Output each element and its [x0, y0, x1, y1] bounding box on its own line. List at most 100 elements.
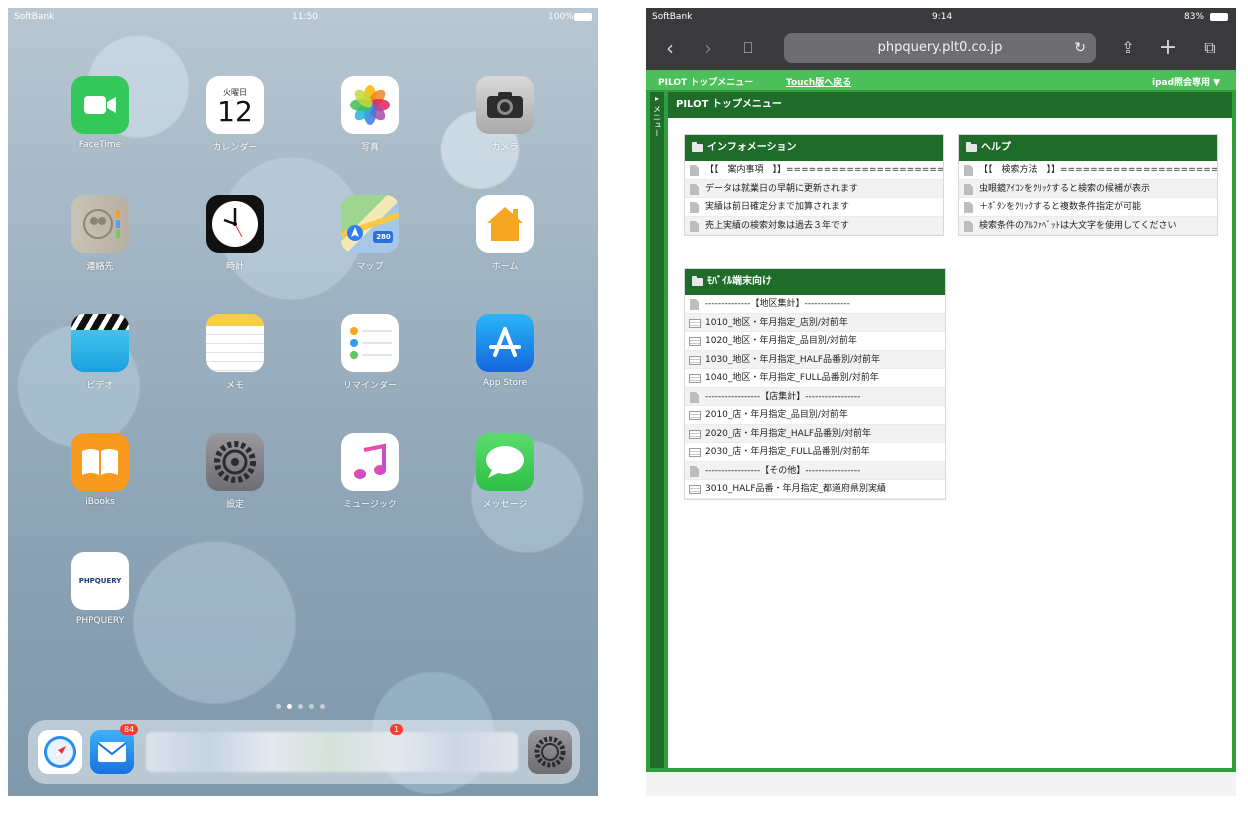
status-bar: SoftBank 11:50 100% [8, 8, 598, 26]
share-icon[interactable]: ⇪ [1114, 34, 1142, 62]
help-row[interactable]: ＋ﾎﾞﾀﾝをｸﾘｯｸすると複数条件指定が可能 [959, 198, 1217, 217]
mobile-report-row[interactable]: 3010_HALF品番・年月指定_都道府県別実績 [685, 480, 945, 499]
row-label: データは就業日の早朝に更新されます [705, 183, 859, 194]
ipad-mode-dropdown[interactable]: ipad照会専用 ▼ [1152, 75, 1220, 88]
mobile-report-row[interactable]: 1020_地区・年月指定_品目別/対前年 [685, 332, 945, 351]
document-icon [690, 391, 699, 403]
messages-icon [476, 433, 534, 491]
app-label: ミュージック [343, 500, 397, 510]
url-bar[interactable]: phpquery.plt0.co.jp ↻ [784, 33, 1096, 63]
help-panel-header[interactable]: ヘルプ [959, 135, 1217, 161]
row-label: 2030_店・年月指定_FULL品番別/対前年 [705, 447, 870, 457]
dock-blurred-apps [146, 732, 518, 772]
folder-icon [692, 142, 703, 152]
app-phpquery[interactable]: PHPQUERY PHPQUERY [60, 552, 140, 626]
mobile-section-row: -----------------【店集計】----------------- [685, 387, 945, 406]
app-label: カメラ [491, 143, 519, 153]
help-row[interactable]: 【【 検索方法 】】========================== [959, 161, 1217, 180]
app-settings[interactable]: 設定 [195, 433, 275, 510]
side-menu-handle[interactable]: ▸ メニュー [650, 92, 664, 768]
new-tab-icon[interactable]: + [1154, 34, 1182, 62]
info-row[interactable]: データは就業日の早朝に更新されます [685, 179, 943, 198]
row-label: 2020_店・年月指定_HALF品番別/対前年 [705, 428, 872, 439]
app-music[interactable]: ミュージック [330, 433, 410, 510]
document-icon [964, 183, 973, 195]
app-facetime[interactable]: FaceTime [60, 76, 140, 150]
page-frame: PILOT トップメニュー Touch版へ戻る ipad照会専用 ▼ ▸ メニュ… [646, 70, 1236, 772]
top-menu-bar: PILOT トップメニュー Touch版へ戻る ipad照会専用 ▼ [646, 70, 1236, 90]
document-icon [964, 202, 973, 213]
app-contacts[interactable]: 連絡先 [60, 195, 140, 272]
page-dot [309, 704, 314, 709]
row-label: 虫眼鏡ｱｲｺﾝをｸﾘｯｸすると検索の候補が表示 [979, 183, 1151, 194]
app-calendar[interactable]: 火曜日 12 カレンダー [195, 76, 275, 153]
mail-icon[interactable] [90, 730, 134, 774]
page-dot [276, 704, 281, 709]
mobile-report-row[interactable]: 2010_店・年月指定_品目別/対前年 [685, 406, 945, 425]
app-label: メモ [225, 381, 244, 391]
row-label: 3010_HALF品番・年月指定_都道府県別実績 [705, 484, 887, 494]
battery-label: 83% [1184, 12, 1205, 22]
forward-icon[interactable]: › [694, 34, 722, 62]
tabs-icon[interactable]: ⧉ [1196, 34, 1224, 62]
app-label: ホーム [491, 262, 519, 272]
safari-icon[interactable] [38, 730, 82, 774]
reminders-icon [341, 314, 399, 372]
safari-window: SoftBank 9:14 83% ‹ › ⎕ phpquery.plt0.co… [646, 8, 1236, 796]
row-label: 1010_地区・年月指定_店別/対前年 [705, 317, 848, 328]
table-icon [689, 411, 701, 420]
info-row[interactable]: 売上実績の検索対象は過去３年です [685, 216, 943, 235]
contacts-icon [71, 195, 129, 253]
clock-label: 9:14 [932, 12, 953, 22]
info-row[interactable]: 実績は前日確定分まで加算されます [685, 198, 943, 217]
app-videos[interactable]: ビデオ [60, 314, 140, 391]
app-home[interactable]: ホーム [465, 195, 545, 272]
mobile-report-row[interactable]: 1040_地区・年月指定_FULL品番別/対前年 [685, 369, 945, 388]
page-dot-current [287, 704, 292, 709]
back-icon[interactable]: ‹ [656, 34, 684, 62]
app-label: App Store [482, 378, 528, 388]
row-label: -----------------【その他】----------------- [705, 465, 861, 476]
info-row[interactable]: 【【 案内事項 】】========================== [685, 161, 943, 180]
url-text: phpquery.plt0.co.jp [877, 40, 1003, 55]
panel-title: ヘルプ [981, 142, 1011, 153]
document-icon [690, 465, 699, 477]
panel-title: インフォメーション [707, 142, 797, 153]
safari-toolbar: ‹ › ⎕ phpquery.plt0.co.jp ↻ ⇪ + ⧉ [646, 26, 1236, 70]
side-menu-label: メニュー [652, 105, 662, 137]
page-indicator[interactable] [276, 704, 336, 710]
help-row[interactable]: 虫眼鏡ｱｲｺﾝをｸﾘｯｸすると検索の候補が表示 [959, 179, 1217, 198]
touch-version-link[interactable]: Touch版へ戻る [786, 75, 851, 88]
bookmarks-icon[interactable]: ⎕ [734, 34, 762, 62]
app-ibooks[interactable]: iBooks [60, 433, 140, 507]
row-label: --------------【地区集計】-------------- [705, 299, 850, 309]
document-icon [690, 202, 699, 213]
dock-badge: 1 [390, 724, 404, 735]
app-label: カレンダー [212, 143, 258, 153]
mobile-report-row[interactable]: 2020_店・年月指定_HALF品番別/対前年 [685, 424, 945, 443]
app-notes[interactable]: メモ [195, 314, 275, 391]
info-panel-header[interactable]: インフォメーション [685, 135, 943, 161]
mobile-report-row[interactable]: 1010_地区・年月指定_店別/対前年 [685, 313, 945, 332]
mobile-report-row[interactable]: 1030_地区・年月指定_HALF品番別/対前年 [685, 350, 945, 369]
carrier-label: SoftBank [652, 12, 693, 22]
app-camera[interactable]: カメラ [465, 76, 545, 153]
app-label: iBooks [85, 497, 115, 507]
settings-icon [206, 433, 264, 491]
help-row[interactable]: 検索条件のｱﾙﾌｧﾍﾞｯﾄは大文字を使用してください [959, 216, 1217, 235]
app-messages[interactable]: メッセージ [465, 433, 545, 510]
app-reminders[interactable]: リマインダー [330, 314, 410, 391]
settings-dock-icon[interactable] [528, 730, 572, 774]
document-icon [690, 165, 699, 176]
app-maps[interactable]: 280 マップ [330, 195, 410, 272]
app-appstore[interactable]: App Store [465, 314, 545, 388]
app-photos[interactable]: 写真 [330, 76, 410, 153]
table-icon [689, 429, 701, 439]
reload-icon[interactable]: ↻ [1074, 33, 1086, 63]
home-app-icon [476, 195, 534, 253]
menu-title-link[interactable]: PILOT トップメニュー [658, 75, 753, 88]
app-label: 写真 [360, 143, 379, 153]
mobile-panel-header[interactable]: ﾓﾊﾞｲﾙ端末向け [685, 269, 945, 295]
mobile-report-row[interactable]: 2030_店・年月指定_FULL品番別/対前年 [685, 443, 945, 462]
app-clock[interactable]: 時計 [195, 195, 275, 272]
